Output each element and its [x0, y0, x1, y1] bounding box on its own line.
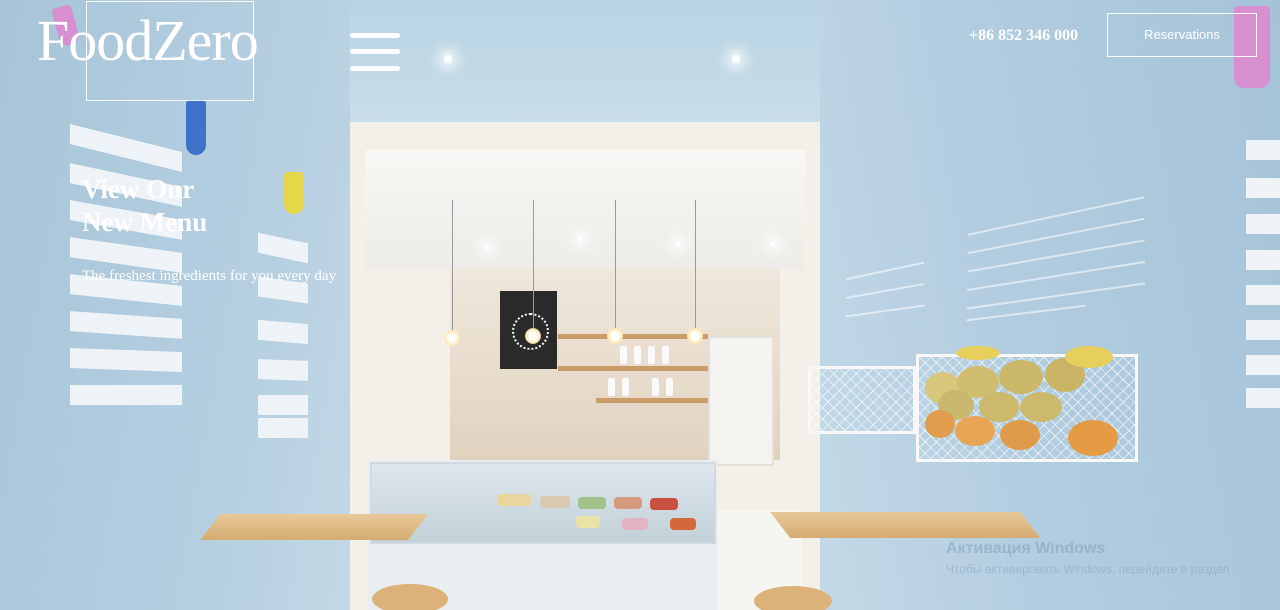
menu-bar [350, 33, 400, 38]
fruit [1068, 420, 1118, 456]
fruit [925, 410, 955, 438]
hamburger-menu-icon[interactable] [350, 33, 400, 77]
back-door [708, 336, 774, 466]
hero-title-line: New Menu [82, 207, 208, 237]
fruit [999, 360, 1043, 394]
wooden-bench [770, 512, 1041, 538]
ceiling-light [732, 55, 740, 63]
back-ceiling [365, 150, 805, 270]
menu-plaque [258, 319, 308, 345]
jar [652, 378, 659, 396]
gelato-tub [650, 498, 678, 510]
fruit [1065, 346, 1113, 368]
menu-plaque [1246, 285, 1280, 305]
gelato-tub [578, 497, 606, 509]
gelato-tub [576, 516, 600, 528]
fruit [956, 346, 1000, 360]
ceiling-light [484, 245, 489, 250]
pendant-lamp [525, 328, 541, 344]
menu-bar [350, 49, 400, 54]
menu-plaque [70, 385, 182, 405]
menu-plaque [1246, 140, 1280, 160]
menu-plaque [1246, 178, 1280, 198]
gelato-tub [670, 518, 696, 530]
wall-shelf [558, 366, 708, 371]
jar [622, 378, 629, 396]
wooden-bench [200, 514, 429, 540]
wall-shelf [558, 334, 708, 339]
wire-basket [808, 366, 916, 434]
menu-plaque [1246, 355, 1280, 375]
menu-plaque [70, 348, 182, 372]
menu-bar [350, 66, 400, 71]
menu-plaque [258, 418, 308, 438]
pendant-lamp [607, 328, 623, 344]
ceiling-light [770, 242, 775, 247]
gelato-tub [622, 518, 648, 530]
jar [662, 346, 669, 364]
stool [754, 586, 832, 610]
popsicle-decoration [284, 172, 304, 214]
hero-title-line: View Our [82, 174, 195, 204]
pendant-lamp [444, 330, 460, 346]
gelato-tub [497, 494, 531, 506]
menu-plaque [258, 395, 308, 415]
wall-shelf [596, 398, 708, 403]
watermark: Активация Windows [946, 540, 1106, 557]
fruit [955, 416, 995, 446]
fruit [1020, 392, 1062, 422]
jar [608, 378, 615, 396]
ceiling-light [676, 242, 681, 247]
fruit [1000, 420, 1040, 450]
stool [372, 584, 448, 610]
hero-title: View Our New Menu [82, 173, 207, 239]
jar [648, 346, 655, 364]
pendant-lamp [687, 328, 703, 344]
gelato-tub [614, 497, 642, 509]
menu-plaque [1246, 388, 1280, 408]
ceiling-light [444, 55, 452, 63]
gelato-tub [540, 496, 570, 508]
jar [666, 378, 673, 396]
menu-plaque [1246, 320, 1280, 340]
hero-subtitle: The freshest ingredients for you every d… [82, 268, 337, 284]
menu-plaque [1246, 250, 1280, 270]
popsicle-decoration [186, 100, 206, 155]
menu-plaque [258, 359, 308, 381]
watermark: Чтобы активировать Windows, перейдите в … [946, 562, 1230, 576]
site-logo[interactable]: FoodZero [37, 12, 259, 70]
reservations-button[interactable]: Reservations [1107, 13, 1257, 57]
jar [620, 346, 627, 364]
jar [634, 346, 641, 364]
ceiling-light [578, 237, 583, 242]
menu-plaque [1246, 214, 1280, 234]
phone-number[interactable]: +86 852 346 000 [969, 27, 1078, 45]
